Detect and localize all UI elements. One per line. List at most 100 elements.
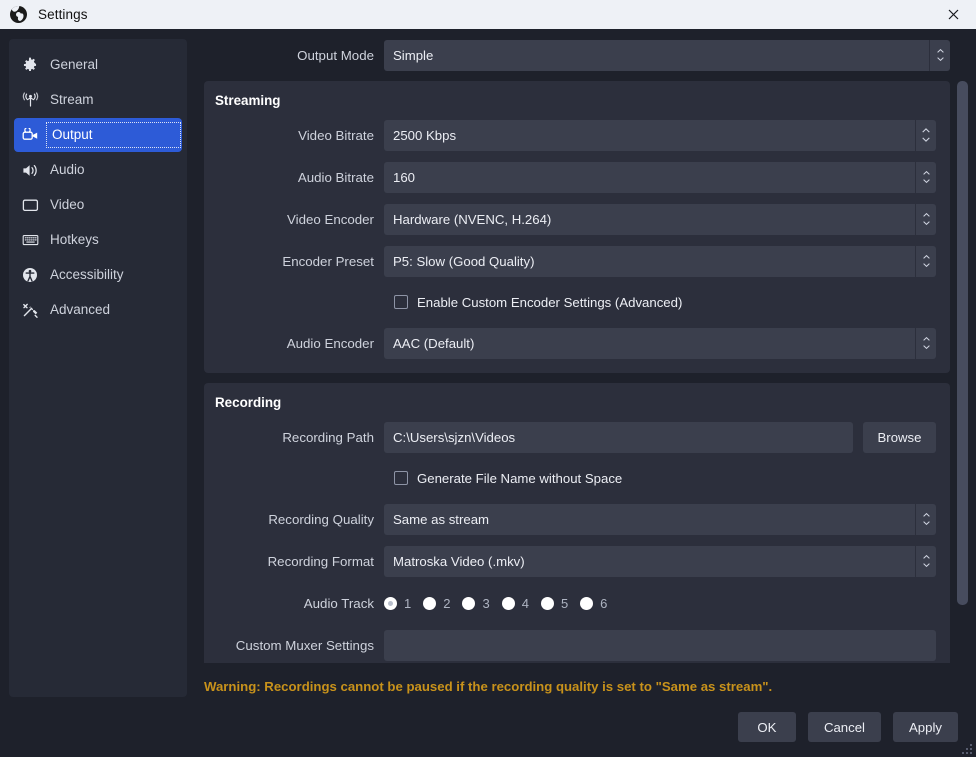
custom-encoder-row: Enable Custom Encoder Settings (Advanced… [204,287,936,317]
audio-track-number: 5 [560,595,569,611]
sidebar-item-audio[interactable]: Audio [14,153,182,187]
recording-quality-select[interactable]: Same as stream [384,503,936,535]
resize-grip[interactable] [960,742,972,754]
speaker-icon [19,163,41,178]
custom-muxer-field[interactable] [384,629,936,661]
radio-icon[interactable] [580,596,594,610]
browse-button[interactable]: Browse [863,421,936,453]
sidebar-item-label: Hotkeys [50,232,99,248]
video-bitrate-row: Video Bitrate 2500 Kbps [204,119,936,151]
recording-format-chevron-icon[interactable] [915,545,936,577]
accessibility-icon [19,267,41,283]
recording-path-field[interactable]: C:\Users\sjzn\Videos [384,421,853,453]
audio-encoder-value[interactable]: AAC (Default) [384,327,915,359]
recording-format-value[interactable]: Matroska Video (.mkv) [384,545,915,577]
apply-button[interactable]: Apply [893,712,958,742]
custom-encoder-checkbox[interactable] [394,295,408,309]
recording-quality-value[interactable]: Same as stream [384,503,915,535]
output-mode-chevron-icon[interactable] [929,39,950,71]
encoder-preset-select[interactable]: P5: Slow (Good Quality) [384,245,936,277]
audio-track-label: Audio Track [303,595,374,611]
sidebar-item-hotkeys[interactable]: Hotkeys [14,223,182,257]
sidebar-item-general[interactable]: General [14,48,182,82]
radio-icon[interactable] [423,596,437,610]
video-encoder-chevron-icon[interactable] [915,203,936,235]
sidebar-item-video[interactable]: Video [14,188,182,222]
encoder-preset-chevron-icon[interactable] [915,245,936,277]
sidebar-item-stream[interactable]: Stream [14,83,182,117]
video-encoder-value[interactable]: Hardware (NVENC, H.264) [384,203,915,235]
sidebar-item-accessibility[interactable]: Accessibility [14,258,182,292]
audio-bitrate-select[interactable]: 160 [384,161,936,193]
recording-format-select[interactable]: Matroska Video (.mkv) [384,545,936,577]
close-icon[interactable] [930,0,976,29]
video-encoder-row: Video Encoder Hardware (NVENC, H.264) [204,203,936,235]
monitor-icon [19,198,41,213]
recording-format-row: Recording Format Matroska Video (.mkv) [204,545,936,577]
ok-button[interactable]: OK [737,712,796,742]
generate-filename-row: Generate File Name without Space [204,463,936,493]
cancel-button[interactable]: Cancel [807,712,881,742]
generate-filename-label[interactable]: Generate File Name without Space [417,471,622,486]
custom-muxer-row: Custom Muxer Settings [204,629,936,661]
sidebar-item-label: Accessibility [50,267,124,283]
recording-group: Recording Recording Path C:\Users\sjzn\V… [204,383,950,663]
radio-icon[interactable] [501,596,515,610]
video-bitrate-stepper[interactable]: 2500 Kbps [384,119,936,151]
sidebar-item-advanced[interactable]: Advanced [14,293,182,327]
audio-track-option-1[interactable]: 1 [384,596,411,611]
sidebar-item-output[interactable]: Output [14,118,182,152]
sidebar-item-label: General [50,57,99,73]
video-encoder-label: Video Encoder [287,211,374,227]
recording-quality-chevron-icon[interactable] [915,503,936,535]
audio-encoder-select[interactable]: AAC (Default) [384,327,936,359]
keyboard-icon [19,233,41,247]
encoder-preset-value[interactable]: P5: Slow (Good Quality) [384,245,915,277]
audio-track-option-2[interactable]: 2 [423,596,450,611]
output-mode-label: Output Mode [297,47,374,63]
warning-message: Warning: Recordings cannot be paused if … [204,679,773,694]
radio-icon[interactable] [462,596,476,610]
audio-bitrate-value[interactable]: 160 [384,161,915,193]
recording-group-title: Recording [215,395,282,410]
encoder-preset-row: Encoder Preset P5: Slow (Good Quality) [204,245,936,277]
audio-track-number: 6 [600,595,608,611]
audio-track-number: 3 [482,595,490,611]
audio-track-option-3[interactable]: 3 [462,595,490,611]
audio-track-radio-group: 1 2 3 4 5 6 [384,596,936,611]
video-bitrate-value[interactable]: 2500 Kbps [384,119,915,151]
scrollbar-thumb[interactable] [957,81,968,605]
tools-icon [19,302,41,318]
vertical-scrollbar[interactable] [957,81,968,605]
audio-bitrate-label: Audio Bitrate [297,169,374,185]
audio-encoder-chevron-icon[interactable] [915,327,936,359]
audio-track-number: 1 [404,595,412,611]
output-mode-value[interactable]: Simple [384,39,929,71]
audio-track-option-6[interactable]: 6 [580,596,607,611]
settings-content: Output Mode Simple Streaming Video Bitra… [196,29,976,697]
video-bitrate-chevron-icon[interactable] [915,119,936,151]
output-mode-row: Output Mode Simple [204,39,950,71]
window-title: Settings [38,7,88,22]
broadcast-icon [19,92,41,108]
recording-path-row: Recording Path C:\Users\sjzn\Videos Brow… [204,421,936,453]
audio-track-option-4[interactable]: 4 [501,596,529,611]
sidebar-item-label: Stream [50,92,94,108]
streaming-group-title: Streaming [215,93,281,108]
audio-track-row: Audio Track 1 2 3 4 5 6 [204,587,936,619]
video-encoder-select[interactable]: Hardware (NVENC, H.264) [384,203,936,235]
audio-bitrate-chevron-icon[interactable] [915,161,936,193]
sidebar-item-label: Video [50,197,85,213]
audio-track-option-5[interactable]: 5 [540,595,569,611]
audio-track-number: 2 [443,595,451,611]
recording-path-label: Recording Path [282,429,374,445]
custom-muxer-input[interactable] [384,629,936,661]
radio-icon[interactable] [540,596,554,610]
recording-path-value[interactable]: C:\Users\sjzn\Videos [384,421,853,453]
radio-icon[interactable] [384,596,397,610]
output-settings-scroll-area: Output Mode Simple Streaming Video Bitra… [196,29,976,663]
generate-filename-checkbox[interactable] [394,471,408,485]
audio-encoder-row: Audio Encoder AAC (Default) [204,327,936,359]
custom-encoder-label[interactable]: Enable Custom Encoder Settings (Advanced… [417,295,682,310]
output-mode-select[interactable]: Simple [384,39,950,71]
